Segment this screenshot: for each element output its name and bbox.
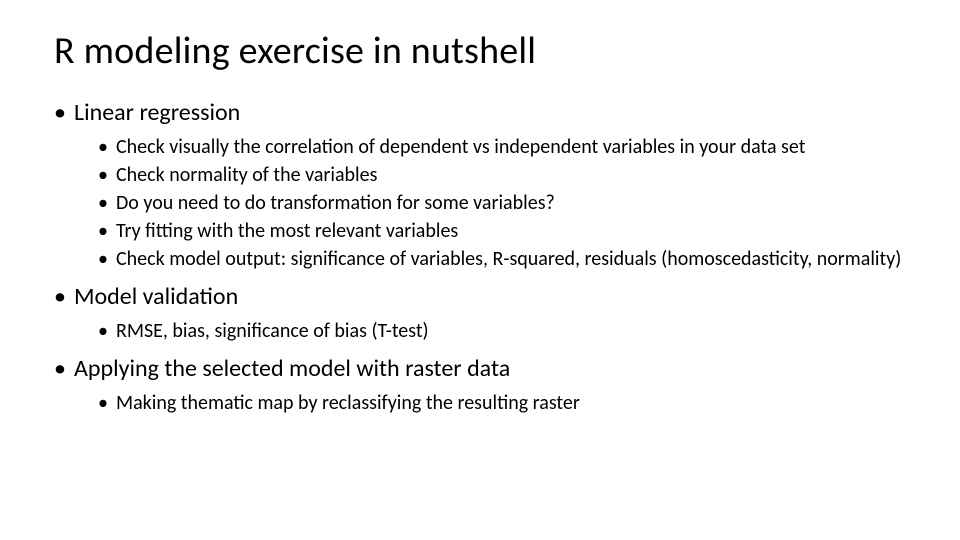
bullet-icon: •: [98, 318, 116, 344]
slide-title: R modeling exercise in nutshell: [54, 28, 906, 74]
list-item: • Linear regression •Check visually the …: [54, 98, 906, 272]
list-item-label: Try fitting with the most relevant varia…: [116, 218, 458, 244]
bullet-list-level2: •Making thematic map by reclassifying th…: [54, 390, 906, 416]
list-item-label: Applying the selected model with raster …: [74, 354, 510, 384]
bullet-icon: •: [98, 390, 116, 416]
bullet-icon: •: [54, 282, 74, 312]
bullet-icon: •: [98, 134, 116, 160]
list-item: •Check normality of the variables: [98, 162, 906, 188]
list-item: •Check visually the correlation of depen…: [98, 134, 906, 160]
list-item-label: RMSE, bias, significance of bias (T-test…: [116, 318, 429, 344]
list-item-label: Linear regression: [74, 98, 240, 128]
list-item-label: Making thematic map by reclassifying the…: [116, 390, 580, 416]
bullet-icon: •: [98, 162, 116, 188]
list-item: • Applying the selected model with raste…: [54, 354, 906, 416]
list-item: •Try fitting with the most relevant vari…: [98, 218, 906, 244]
bullet-list-level1: • Linear regression •Check visually the …: [54, 98, 906, 416]
list-item-label: Check model output: significance of vari…: [116, 246, 901, 272]
bullet-icon: •: [98, 190, 116, 216]
list-item-label: Check visually the correlation of depend…: [116, 134, 805, 160]
list-item-label: Model validation: [74, 282, 238, 312]
list-item-label: Check normality of the variables: [116, 162, 377, 188]
list-item: •RMSE, bias, significance of bias (T-tes…: [98, 318, 906, 344]
bullet-icon: •: [54, 98, 74, 128]
bullet-list-level2: •Check visually the correlation of depen…: [54, 134, 906, 272]
list-item: •Check model output: significance of var…: [98, 246, 906, 272]
list-item: •Do you need to do transformation for so…: [98, 190, 906, 216]
bullet-icon: •: [98, 246, 116, 272]
slide: R modeling exercise in nutshell • Linear…: [0, 0, 960, 540]
bullet-list-level2: •RMSE, bias, significance of bias (T-tes…: [54, 318, 906, 344]
list-item-label: Do you need to do transformation for som…: [116, 190, 555, 216]
bullet-icon: •: [98, 218, 116, 244]
list-item: •Making thematic map by reclassifying th…: [98, 390, 906, 416]
bullet-icon: •: [54, 354, 74, 384]
list-item: • Model validation •RMSE, bias, signific…: [54, 282, 906, 344]
